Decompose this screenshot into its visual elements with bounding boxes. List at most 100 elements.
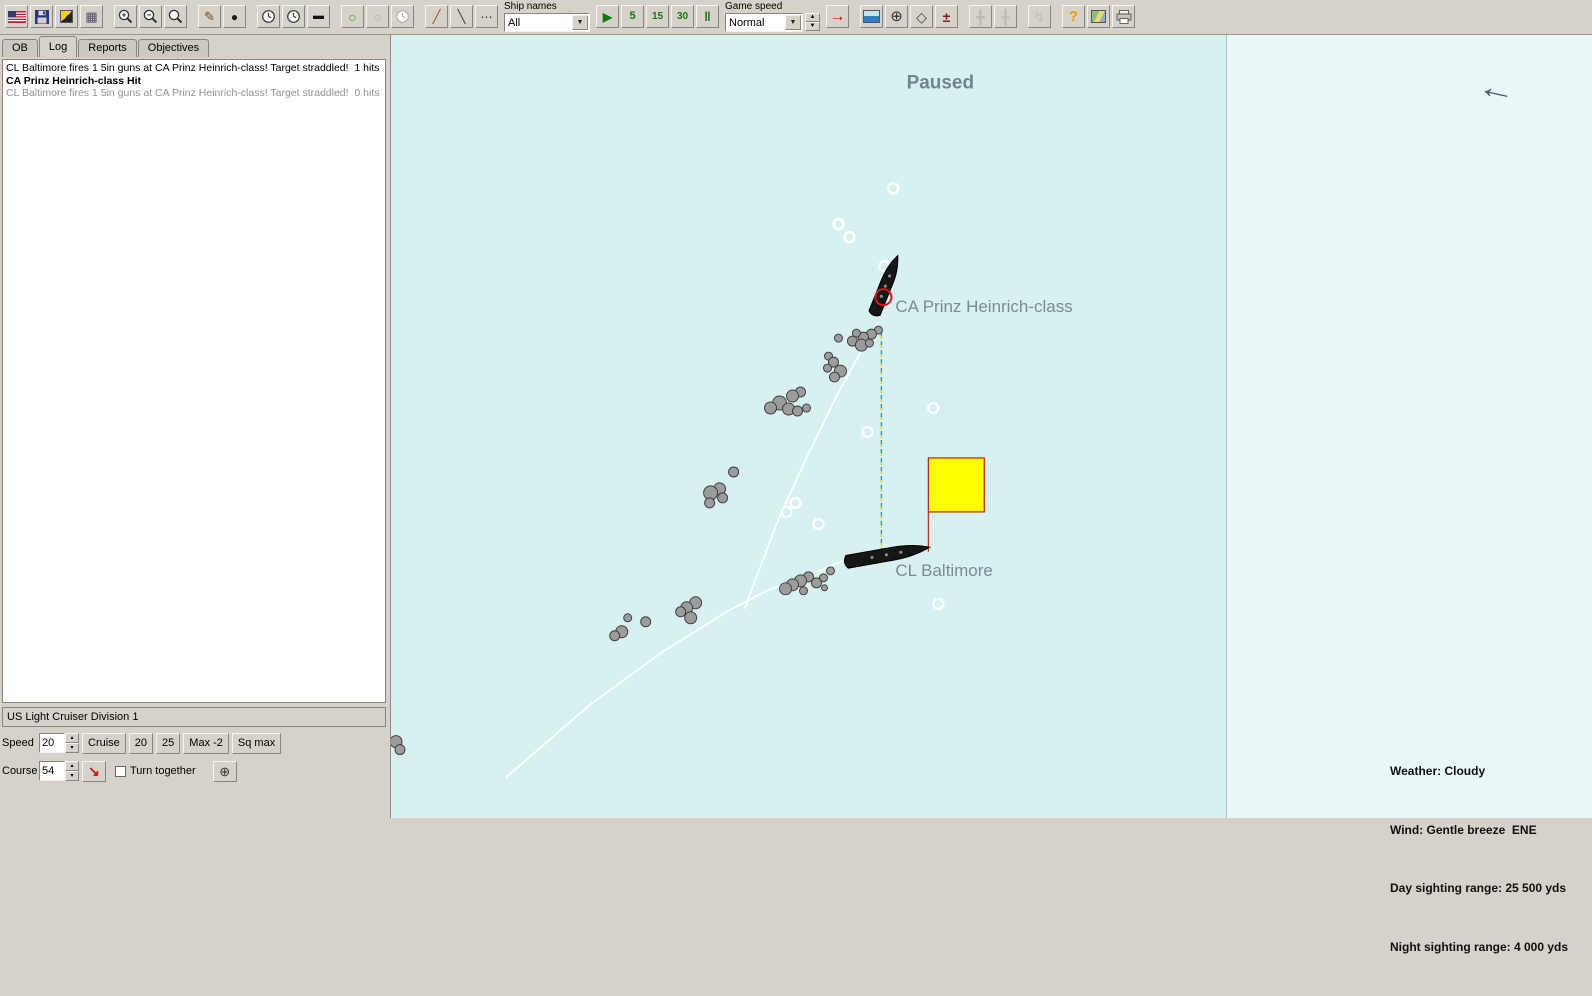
gray-ring-icon[interactable]: ○ [366,5,389,28]
smoke-puff [828,371,840,383]
day-sighting-text: Day sighting range: 25 500 yds [1390,881,1567,895]
stopwatch-icon[interactable] [282,5,305,28]
set-course-button[interactable]: ↘ [82,760,106,782]
toolbar-gap [1018,16,1027,17]
tactical-map[interactable]: CA Prinz Heinrich-class CL Baltimore Pause… [390,35,1226,818]
weather-block: Weather: Cloudy Wind: Gentle breeze ENE … [1390,723,1568,996]
compass-icon: ⊕ [219,763,231,779]
zoom-out-icon[interactable]: − [139,5,162,28]
speed-row: Speed ▴ ▾ Cruise 20 25 Max -2 Sq max [0,730,390,756]
course-up-icon[interactable]: ▴ [65,761,79,771]
green-ring-icon[interactable]: ○ [341,5,364,28]
toolbar-gap [850,16,859,17]
speed-25-button[interactable]: 25 [156,732,181,754]
ship-names-label: Ship names [504,1,557,12]
smoke-puff [684,611,698,625]
toolbar-gap [331,16,340,17]
info-panel: ← Weather: Cloudy Wind: Gentle breeze EN… [1226,35,1592,954]
speed-down-icon[interactable]: ▾ [65,743,79,753]
battle-log[interactable]: CL Baltimore fires 1 5in guns at CA Prin… [2,59,386,703]
speed-20-button[interactable]: 20 [128,732,154,754]
course-down-icon[interactable]: ▾ [65,771,79,781]
smoke-puff [675,606,687,618]
aa-fire-icon[interactable]: ╋ [969,5,992,28]
run-15-button[interactable]: 15 [646,5,669,28]
compass-icon[interactable]: ⊕ [885,5,908,28]
gray-clock-icon[interactable] [391,5,414,28]
division-panel: US Light Cruiser Division 1 Speed ▴ ▾ Cr… [0,707,390,784]
tab-ob[interactable]: OB [2,39,38,57]
svg-text:−: − [147,11,152,20]
shell-splash [932,597,945,610]
run-5-button[interactable]: 5 [621,5,644,28]
roster-icon[interactable]: ▦ [80,5,103,28]
help-icon[interactable]: ? [1062,5,1085,28]
tab-objectives[interactable]: Objectives [137,39,210,57]
turn-together-checkbox[interactable]: Turn together [115,765,196,777]
smoke-puff [822,363,832,373]
spinner-up-icon[interactable]: ▲ [805,13,820,22]
draw-line-icon[interactable]: ╱ [425,5,448,28]
smoke-puff [802,403,811,413]
run-30-button[interactable]: 30 [671,5,694,28]
ship-names-select[interactable]: All ▼ [504,13,590,32]
signal-icon[interactable]: ◇ [910,5,933,28]
ship-label: CA Prinz Heinrich-class [895,297,1072,316]
spinner-down-icon[interactable]: ▼ [805,22,820,31]
clock-icon[interactable] [257,5,280,28]
dots-icon[interactable]: ⋯ [475,5,498,28]
toolbar-left-icons: ▦ + − ✎ ● ▬ ○ ○ ╱ ╲ ⋯ [4,5,499,28]
time-controls: ▶ 5 15 30 ‖ [595,5,720,28]
shell-splash [832,218,845,231]
speed-up-icon[interactable]: ▴ [65,733,79,743]
formation-turn-button[interactable]: ⊕ [212,760,237,782]
smoke-puff [717,492,729,504]
dropdown-arrow-icon[interactable]: ▼ [785,15,801,30]
gun-action-icon[interactable]: ± [935,5,958,28]
grenade-icon[interactable]: ● [223,5,246,28]
speed-label: Speed [2,737,34,749]
shell-splash [812,517,825,531]
us-flag-icon[interactable] [5,5,28,28]
objective-box[interactable] [927,457,985,513]
ship-label: CL Baltimore [895,561,992,580]
pencil-icon[interactable]: ✎ [198,5,221,28]
speed-cruise-button[interactable]: Cruise [82,732,126,754]
course-label: Course [2,765,38,777]
save-icon[interactable] [30,5,53,28]
course-input[interactable] [39,761,65,781]
tab-log[interactable]: Log [38,36,78,57]
toolbar-right-icons: → ⊕ ◇ ± ╋ ╂ ↯? [825,5,1136,28]
ship-names-value: All [508,16,521,29]
tab-reports[interactable]: Reports [78,39,137,57]
paused-label: Paused [907,72,974,93]
smoke-puff [820,584,828,592]
smoke-puff [779,582,793,596]
map-canvas[interactable]: CA Prinz Heinrich-class CL Baltimore Pause… [391,35,1226,818]
zoom-in-icon[interactable]: + [114,5,137,28]
smoke-puff [704,497,716,509]
lightning-icon[interactable]: ↯ [1028,5,1051,28]
print-icon[interactable] [1112,5,1135,28]
checkbox-icon[interactable] [115,765,126,777]
speed-max-button[interactable]: Max -2 [183,732,229,754]
smoke-puff [864,338,874,348]
draw-pen-icon[interactable]: ╲ [450,5,473,28]
speed-input[interactable] [39,733,65,753]
dropdown-arrow-icon[interactable]: ▼ [572,15,588,30]
smoke-puff [623,613,633,623]
game-speed-select[interactable]: Normal ▼ [725,13,803,32]
run-1-button[interactable]: ▶ [596,5,619,28]
scenario-icon[interactable] [55,5,78,28]
minimap-icon[interactable] [1087,5,1110,28]
minus-icon[interactable]: ▬ [307,5,330,28]
zoom-area-icon[interactable] [164,5,187,28]
pause-button[interactable]: ‖ [696,5,719,28]
bridge-view-icon[interactable] [860,5,883,28]
smoke-puff [833,333,843,343]
air-ops-icon[interactable]: ╂ [994,5,1017,28]
log-entry: CL Baltimore fires 1 5in guns at CA Prin… [6,87,380,100]
toolbar-gap [1052,16,1061,17]
flagship-order-icon[interactable]: → [826,5,849,28]
speed-sqmax-button[interactable]: Sq max [231,732,282,754]
